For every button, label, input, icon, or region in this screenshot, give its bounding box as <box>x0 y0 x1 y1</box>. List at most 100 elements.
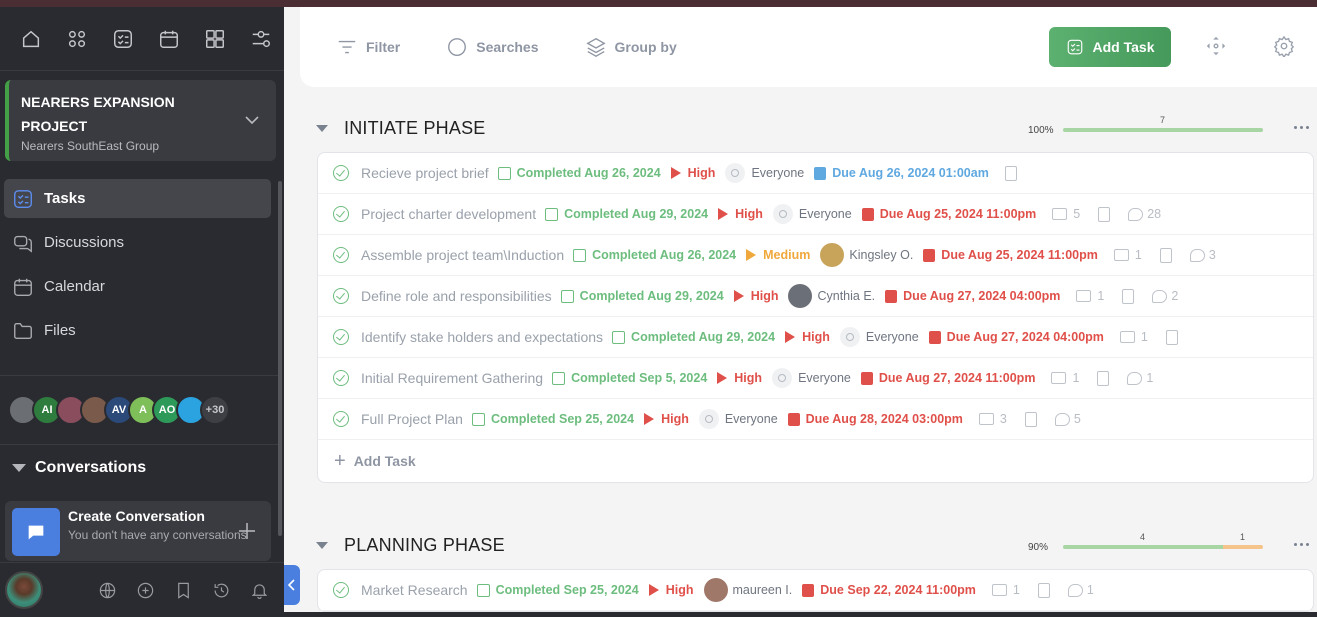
add-task-row[interactable]: + Add Task <box>318 440 1313 482</box>
phase-header[interactable]: PLANNING PHASE 90% 4 1 <box>316 530 1311 560</box>
task-name[interactable]: Define role and responsibilities <box>361 288 552 304</box>
sidebar-scrollbar[interactable] <box>278 181 282 536</box>
assignee[interactable]: Everyone <box>698 409 778 429</box>
task-row[interactable]: Recieve project brief Completed Aug 26, 2… <box>318 153 1313 194</box>
comments-count[interactable]: 1 <box>1127 371 1153 385</box>
due-date[interactable]: Due Sep 22, 2024 11:00pm <box>802 583 976 597</box>
more-options-icon[interactable] <box>1294 126 1309 129</box>
comments-count[interactable]: 1 <box>1067 583 1094 597</box>
group-by-button[interactable]: Group by <box>585 36 677 58</box>
settings-sliders-icon[interactable] <box>238 19 284 59</box>
apps-grid-icon[interactable] <box>54 19 100 59</box>
task-row[interactable]: Assemble project team\Induction Completed… <box>318 235 1313 276</box>
notes-button[interactable] <box>1122 288 1135 304</box>
task-row[interactable]: Project charter development Completed Aug… <box>318 194 1313 235</box>
move-icon[interactable] <box>1205 35 1229 59</box>
bookmark-icon[interactable] <box>164 581 202 600</box>
comments-count[interactable]: 3 <box>1189 248 1216 262</box>
bell-icon[interactable] <box>240 581 278 600</box>
dashboard-icon[interactable] <box>192 19 238 59</box>
notes-button[interactable] <box>1024 411 1037 427</box>
task-name[interactable]: Project charter development <box>361 206 536 222</box>
assignee[interactable]: Everyone <box>839 327 919 347</box>
priority-badge[interactable]: High <box>785 330 830 344</box>
task-complete-checkbox[interactable] <box>333 329 349 345</box>
notes-button[interactable] <box>1165 329 1178 345</box>
collapse-sidebar-button[interactable] <box>284 565 300 605</box>
assignee[interactable]: maureen I. <box>703 578 792 602</box>
attachments-count[interactable]: 1 <box>1076 289 1104 303</box>
history-icon[interactable] <box>202 581 240 600</box>
attachments-count[interactable]: 1 <box>991 583 1020 597</box>
notes-button[interactable] <box>1159 247 1172 263</box>
task-list-icon[interactable] <box>100 19 146 59</box>
notes-button[interactable] <box>1037 582 1050 598</box>
task-row[interactable]: Full Project Plan Completed Sep 25, 2024 H… <box>318 399 1313 440</box>
task-name[interactable]: Assemble project team\Induction <box>361 247 564 263</box>
conversations-header[interactable]: Conversations <box>12 459 146 477</box>
task-complete-checkbox[interactable] <box>333 206 349 222</box>
add-circle-icon[interactable] <box>126 581 164 600</box>
gear-icon[interactable] <box>1273 35 1297 59</box>
project-selector[interactable]: NEARERS EXPANSION PROJECT Nearers SouthE… <box>5 80 276 161</box>
home-icon[interactable] <box>8 19 54 59</box>
due-date[interactable]: Due Aug 27, 2024 04:00pm <box>928 330 1104 344</box>
task-name[interactable]: Initial Requirement Gathering <box>361 370 543 386</box>
task-name[interactable]: Market Research <box>361 582 468 598</box>
task-name[interactable]: Full Project Plan <box>361 411 463 427</box>
task-complete-checkbox[interactable] <box>333 411 349 427</box>
due-date[interactable]: Due Aug 25, 2024 11:00pm <box>861 207 1036 221</box>
members-more-count[interactable]: +30 <box>200 395 230 425</box>
create-conversation-card[interactable]: Create Conversation You don't have any c… <box>5 501 271 561</box>
task-row[interactable]: Identify stake holders and expectations C… <box>318 317 1313 358</box>
user-avatar[interactable] <box>5 571 43 609</box>
task-complete-checkbox[interactable] <box>333 165 349 181</box>
add-task-button[interactable]: Add Task <box>1049 27 1171 67</box>
task-complete-checkbox[interactable] <box>333 247 349 263</box>
task-complete-checkbox[interactable] <box>333 582 349 598</box>
priority-badge[interactable]: High <box>648 583 694 597</box>
sidebar-item-files[interactable]: Files <box>4 311 271 350</box>
priority-badge[interactable]: High <box>718 207 763 221</box>
attachments-count[interactable]: 3 <box>978 412 1007 426</box>
task-row[interactable]: Define role and responsibilities Complete… <box>318 276 1313 317</box>
assignee[interactable]: Everyone <box>772 204 852 224</box>
more-options-icon[interactable] <box>1294 543 1309 546</box>
assignee[interactable]: Cynthia E. <box>788 284 875 308</box>
notes-button[interactable] <box>1097 370 1110 386</box>
task-complete-checkbox[interactable] <box>333 288 349 304</box>
due-date[interactable]: Due Aug 25, 2024 11:00pm <box>923 248 1098 262</box>
due-date[interactable]: Due Aug 28, 2024 03:00pm <box>787 412 963 426</box>
comments-count[interactable]: 28 <box>1128 207 1161 221</box>
sidebar-item-tasks[interactable]: Tasks <box>4 179 271 218</box>
due-date[interactable]: Due Aug 26, 2024 01:00am <box>814 166 989 180</box>
attachments-count[interactable]: 1 <box>1113 248 1142 262</box>
attachments-count[interactable]: 1 <box>1119 330 1148 344</box>
sidebar-item-calendar[interactable]: Calendar <box>4 267 271 306</box>
phase-header[interactable]: INITIATE PHASE 100% 7 <box>316 113 1311 143</box>
comments-count[interactable]: 2 <box>1152 289 1178 303</box>
priority-badge[interactable]: High <box>670 166 715 180</box>
due-date[interactable]: Due Aug 27, 2024 11:00pm <box>860 371 1035 385</box>
assignee[interactable]: Everyone <box>772 368 851 388</box>
task-name[interactable]: Identify stake holders and expectations <box>361 329 603 345</box>
task-name[interactable]: Recieve project brief <box>361 165 489 181</box>
attachments-count[interactable]: 1 <box>1051 371 1079 385</box>
filter-button[interactable]: Filter <box>336 36 400 58</box>
globe-icon[interactable] <box>88 581 126 600</box>
calendar-icon[interactable] <box>146 19 192 59</box>
assignee[interactable]: Everyone <box>725 163 804 183</box>
task-row[interactable]: Initial Requirement Gathering Completed S… <box>318 358 1313 399</box>
searches-button[interactable]: Searches <box>446 36 539 58</box>
sidebar-item-discussions[interactable]: Discussions <box>4 223 271 262</box>
task-row[interactable]: Market Research Completed Sep 25, 2024 Hig… <box>318 570 1313 611</box>
attachments-count[interactable]: 5 <box>1052 207 1080 221</box>
task-complete-checkbox[interactable] <box>333 370 349 386</box>
assignee[interactable]: Kingsley O. <box>820 243 913 267</box>
priority-badge[interactable]: High <box>733 289 778 303</box>
notes-button[interactable] <box>1098 206 1111 222</box>
notes-button[interactable] <box>1004 165 1017 181</box>
comments-count[interactable]: 5 <box>1054 412 1081 426</box>
priority-badge[interactable]: Medium <box>746 248 810 262</box>
due-date[interactable]: Due Aug 27, 2024 04:00pm <box>885 289 1060 303</box>
